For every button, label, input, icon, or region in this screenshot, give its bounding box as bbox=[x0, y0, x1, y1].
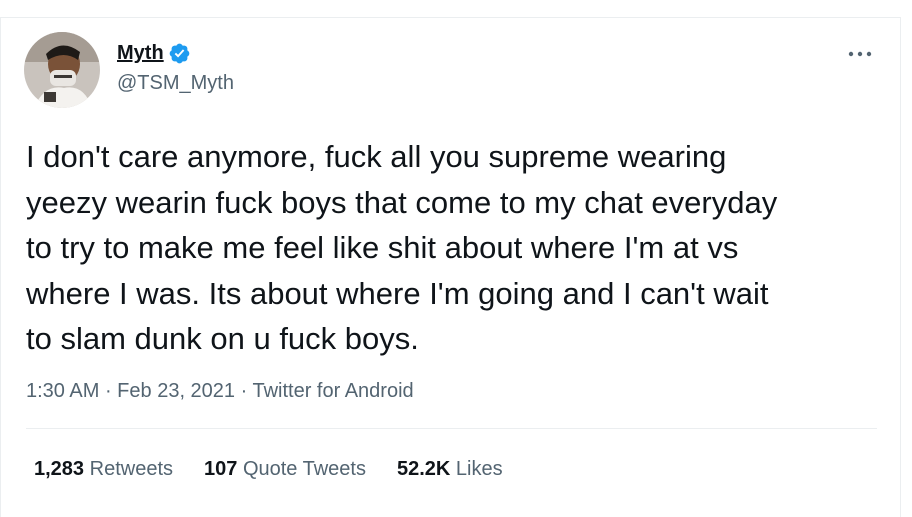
tweet-time[interactable]: 1:30 AM bbox=[26, 380, 99, 402]
verified-badge-icon bbox=[169, 43, 189, 64]
tweet-source[interactable]: Twitter for Android bbox=[252, 380, 413, 402]
likes-stat[interactable]: 52.2K Likes bbox=[397, 458, 503, 481]
quote-tweets-stat[interactable]: 107 Quote Tweets bbox=[204, 458, 366, 481]
quotes-label: Quote Tweets bbox=[242, 458, 366, 480]
retweets-stat[interactable]: 1,283 Retweets bbox=[34, 458, 173, 481]
quotes-count: 107 bbox=[204, 458, 238, 480]
engagement-stats: 1,283 Retweets 107 Quote Tweets 52.2K Li… bbox=[34, 458, 534, 481]
tweet-text: I don't care anymore, fuck all you supre… bbox=[26, 139, 778, 356]
meta-separator: · bbox=[235, 380, 253, 402]
tweet-date[interactable]: Feb 23, 2021 bbox=[117, 380, 235, 402]
author-name-row: Myth bbox=[117, 42, 191, 65]
avatar[interactable] bbox=[24, 32, 100, 108]
avatar-image bbox=[24, 32, 100, 108]
meta-separator: · bbox=[99, 380, 118, 402]
tweet-metadata: 1:30 AM · Feb 23, 2021 · Twitter for And… bbox=[26, 380, 414, 403]
tweet-card: Myth @TSM_Myth I don't care anymore, fuc… bbox=[0, 17, 901, 517]
user-handle[interactable]: @TSM_Myth bbox=[117, 72, 234, 95]
more-options-icon[interactable] bbox=[847, 48, 873, 60]
divider bbox=[26, 428, 877, 429]
retweets-label: Retweets bbox=[89, 458, 173, 480]
display-name[interactable]: Myth bbox=[117, 42, 164, 65]
likes-count: 52.2K bbox=[396, 458, 451, 480]
retweets-count: 1,283 bbox=[34, 458, 85, 480]
likes-label: Likes bbox=[455, 458, 503, 480]
